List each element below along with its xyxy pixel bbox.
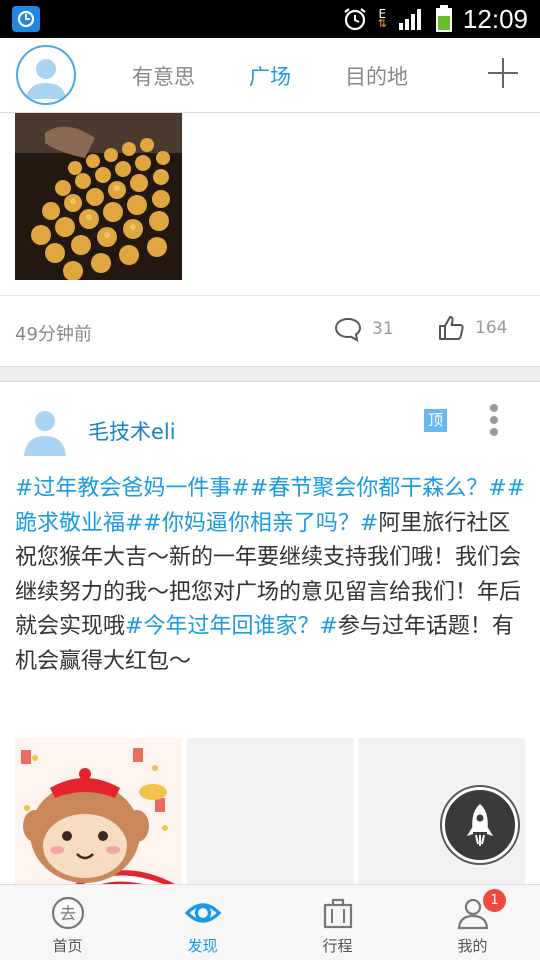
battery-icon (435, 5, 452, 32)
nav-profile[interactable]: 我的 (405, 885, 540, 960)
signal-icon (398, 9, 421, 30)
network-type-indicator: E ⇅ (377, 7, 387, 30)
like-button[interactable]: 164 (437, 314, 507, 342)
eye-icon (184, 903, 221, 923)
bottom-nav: 去 首页 发现 行程 我的 (0, 884, 540, 960)
avatar-placeholder-icon (26, 59, 66, 99)
clock: 12:09 (462, 3, 528, 34)
post-time: 49分钟前 (15, 324, 92, 345)
thumbs-up-icon (439, 316, 464, 340)
tab-interesting[interactable]: 有意思 (120, 61, 207, 91)
plus-icon[interactable] (488, 58, 518, 88)
status-bar: E ⇅ 12:09 (0, 0, 540, 38)
tab-plaza[interactable]: 广场 (237, 61, 303, 91)
comment-icon (334, 317, 362, 342)
rocket-icon (467, 804, 493, 846)
tab-destination[interactable]: 目的地 (333, 61, 420, 91)
comment-count: 31 (372, 319, 394, 339)
hashtag-link[interactable]: #今年过年回谁家？# (125, 614, 338, 639)
comment-button[interactable]: 31 (334, 316, 394, 342)
post-photo[interactable] (15, 113, 182, 280)
nav-home[interactable]: 去 首页 (0, 885, 135, 960)
top-nav: 有意思 广场 目的地 (0, 38, 540, 113)
app-sync-icon (12, 6, 40, 32)
user-avatar[interactable] (22, 406, 68, 458)
home-go-icon: 去 (51, 896, 84, 930)
suitcase-icon (323, 898, 352, 929)
back-to-top-button[interactable] (442, 787, 518, 863)
nav-discover[interactable]: 发现 (135, 885, 270, 960)
feed[interactable]: 49分钟前 31 164 毛技术eli 顶 #过年教会爸妈一件事##春节聚会你都… (0, 113, 540, 884)
like-count: 164 (475, 318, 508, 338)
post-text: #过年教会爸妈一件事##春节聚会你都干森么？##跪求敬业福##你妈逼你相亲了吗？… (15, 472, 530, 679)
pinned-badge: 顶 (424, 409, 447, 432)
my-avatar-button[interactable] (16, 45, 76, 105)
post-image-placeholder[interactable] (187, 738, 354, 884)
top-tabs: 有意思 广场 目的地 (120, 38, 420, 113)
post-image-monkey[interactable] (15, 738, 182, 884)
more-options-icon[interactable] (488, 404, 500, 440)
alarm-icon (344, 8, 366, 31)
post-footer: 49分钟前 31 164 (0, 295, 540, 367)
svg-text:去: 去 (59, 904, 75, 923)
notification-badge: 1 (483, 889, 506, 912)
nav-trips[interactable]: 行程 (270, 885, 405, 960)
post-username[interactable]: 毛技术eli (88, 416, 176, 446)
card-divider (0, 366, 540, 382)
